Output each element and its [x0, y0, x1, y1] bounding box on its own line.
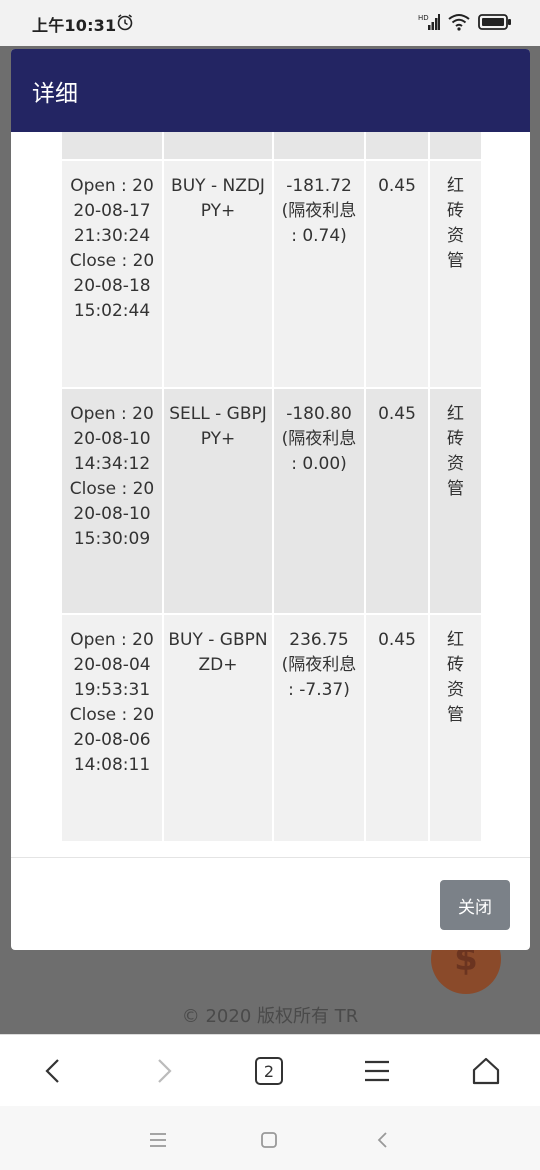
close-button[interactable]: 关闭 — [440, 880, 510, 930]
copyright-text: © 2020 版权所有 TR — [181, 1006, 359, 1027]
trade-source-cell: 红砖资管 — [430, 615, 481, 841]
tab-count: 2 — [263, 1061, 275, 1081]
trade-lots-cell: 0.45 — [366, 389, 428, 613]
trade-lots-cell: 0.45 — [366, 615, 428, 841]
modal-header: 详细 — [11, 49, 530, 132]
table-row-partial — [62, 132, 481, 159]
system-back-icon[interactable] — [371, 1128, 395, 1152]
svg-text:HD: HD — [418, 14, 429, 22]
modal-footer: 关闭 — [11, 857, 530, 950]
status-time: 上午10:31 — [32, 16, 117, 35]
trade-source-text: 红砖资管 — [447, 176, 464, 271]
table-row: Open : 2020-08-10 14:34:12 Close : 2020-… — [62, 389, 481, 613]
modal-title: 详细 — [32, 80, 78, 107]
menu-icon[interactable] — [359, 1053, 395, 1089]
trade-lots-cell: 0.45 — [366, 161, 428, 387]
status-bar: 上午10:31 HD — [0, 0, 540, 46]
trade-table-wrap: Open : 2020-08-17 21:30:24 Close : 2020-… — [60, 132, 483, 843]
trade-time-cell: Open : 2020-08-04 19:53:31 Close : 2020-… — [62, 615, 162, 841]
home-square-icon[interactable] — [257, 1128, 281, 1152]
trade-time-cell: Open : 2020-08-17 21:30:24 Close : 2020-… — [62, 161, 162, 387]
trade-source-text: 红砖资管 — [447, 630, 464, 725]
hd-signal-icon: HD — [418, 13, 440, 35]
wifi-icon — [448, 13, 470, 35]
modal-body[interactable]: Open : 2020-08-17 21:30:24 Close : 2020-… — [11, 132, 530, 857]
recent-apps-icon[interactable] — [146, 1128, 170, 1152]
back-icon[interactable] — [35, 1053, 71, 1089]
trade-type-cell: BUY - GBPNZD+ — [164, 615, 272, 841]
forward-icon[interactable] — [146, 1053, 182, 1089]
trade-profit-cell: 236.75 (隔夜利息 : -7.37) — [274, 615, 364, 841]
trade-profit-cell: -180.80 (隔夜利息 : 0.00) — [274, 389, 364, 613]
table-row: Open : 2020-08-04 19:53:31 Close : 2020-… — [62, 615, 481, 841]
detail-modal: 详细 Open : 2020-08-17 21:30:24 Close : 20… — [11, 49, 530, 950]
trade-type-cell: BUY - NZDJPY+ — [164, 161, 272, 387]
trade-profit-cell: -181.72 (隔夜利息 : 0.74) — [274, 161, 364, 387]
trade-source-text: 红砖资管 — [447, 404, 464, 499]
browser-nav-bar: 2 — [0, 1034, 540, 1107]
trade-source-cell: 红砖资管 — [430, 161, 481, 387]
home-icon[interactable] — [468, 1053, 504, 1089]
alarm-icon — [116, 13, 134, 35]
table-row: Open : 2020-08-17 21:30:24 Close : 2020-… — [62, 161, 481, 387]
trade-table: Open : 2020-08-17 21:30:24 Close : 2020-… — [60, 132, 483, 843]
trade-time-cell: Open : 2020-08-10 14:34:12 Close : 2020-… — [62, 389, 162, 613]
trade-type-cell: SELL - GBPJPY+ — [164, 389, 272, 613]
trade-source-cell: 红砖资管 — [430, 389, 481, 613]
battery-icon — [478, 13, 512, 35]
tabs-icon[interactable]: 2 — [251, 1053, 287, 1089]
system-nav-bar — [0, 1106, 540, 1170]
